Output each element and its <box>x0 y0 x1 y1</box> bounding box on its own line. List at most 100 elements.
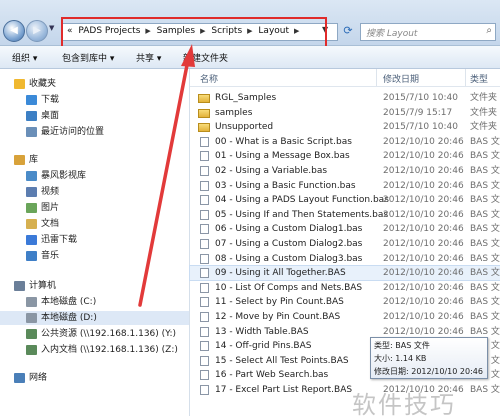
sidebar-item[interactable]: 收藏夹 <box>0 77 189 91</box>
sidebar-item[interactable]: 本地磁盘 (D:) <box>0 311 189 325</box>
file-name: 14 - Off-grid Pins.BAS <box>215 341 312 352</box>
history-dropdown-icon[interactable]: ▼ <box>49 24 54 32</box>
sidebar-item[interactable]: 视频 <box>0 185 189 199</box>
file-icon <box>200 370 209 381</box>
forward-button[interactable]: ▶ <box>26 20 48 42</box>
file-date: 2015/7/9 15:17 <box>383 107 453 118</box>
sidebar-item-label: 音乐 <box>41 251 60 261</box>
sidebar-item-label: 下载 <box>41 95 60 105</box>
file-icon <box>200 180 209 191</box>
sidebar-item[interactable]: 音乐 <box>0 249 189 263</box>
file-name: 02 - Using a Variable.bas <box>215 166 328 176</box>
tooltip-type: 类型: BAS 文件 <box>374 341 430 350</box>
file-name: 10 - List Of Comps and Nets.BAS <box>215 282 363 293</box>
search-icon[interactable]: ⌕ <box>486 25 492 36</box>
file-row[interactable]: Unsupported 2015/7/10 10:40 文件夹 <box>190 120 500 134</box>
file-name: samples <box>215 107 253 118</box>
file-name: 07 - Using a Custom Dialog2.bas <box>215 239 363 249</box>
file-name: RGL_Samples <box>215 93 277 103</box>
sidebar-item[interactable]: 计算机 <box>0 279 189 293</box>
column-type[interactable]: 类型 <box>470 72 488 85</box>
file-icon <box>200 209 209 220</box>
desktop-icon <box>26 110 37 121</box>
star-icon <box>14 78 25 89</box>
file-date: 2012/10/10 20:46 <box>383 312 464 322</box>
file-name: 05 - Using If and Then Statements.bas <box>215 209 389 220</box>
column-date[interactable]: 修改日期 <box>383 72 419 85</box>
sidebar-item[interactable]: 网络 <box>0 371 189 385</box>
file-row[interactable]: 00 - What is a Basic Script.bas 2012/10/1… <box>190 135 500 149</box>
network-icon <box>14 372 25 383</box>
command-bar: 组织 ▾ 包含到库中 ▾ 共享 ▾ 新建文件夹 <box>0 46 500 69</box>
sidebar-item[interactable]: 库 <box>0 153 189 167</box>
sidebar-item-label: 最近访问的位置 <box>41 127 105 137</box>
column-divider[interactable] <box>465 69 466 86</box>
column-divider[interactable] <box>376 69 377 86</box>
file-row[interactable]: 03 - Using a Basic Function.bas 2012/10/1… <box>190 179 500 193</box>
share-button[interactable]: 共享 ▾ <box>136 51 161 64</box>
refresh-icon[interactable]: ⟳ <box>340 24 356 38</box>
file-type: BAS 文件 <box>470 180 500 191</box>
organize-button[interactable]: 组织 ▾ <box>12 51 37 64</box>
sidebar-item-label: 本地磁盘 (C:) <box>41 297 97 307</box>
file-icon <box>200 253 209 264</box>
sidebar-item-label: 入内文档 (\\192.168.1.136) (Z:) <box>41 345 178 355</box>
file-row[interactable]: RGL_Samples 2015/7/10 10:40 文件夹 <box>190 91 500 105</box>
sidebar-item-label: 图片 <box>41 203 60 213</box>
sidebar-item[interactable]: 本地磁盘 (C:) <box>0 295 189 309</box>
sidebar-item[interactable]: 桌面 <box>0 109 189 123</box>
file-date: 2012/10/10 20:46 <box>383 180 464 191</box>
file-icon <box>200 385 209 395</box>
file-row[interactable]: samples 2015/7/9 15:17 文件夹 <box>190 106 500 120</box>
tooltip-size: 大小: 1.14 KB <box>374 354 427 363</box>
file-row[interactable]: 05 - Using If and Then Statements.bas 201… <box>190 208 500 222</box>
thunder-download-icon <box>26 234 37 245</box>
column-name[interactable]: 名称 <box>200 72 218 85</box>
file-row[interactable]: 04 - Using a PADS Layout Function.bas 201… <box>190 193 500 207</box>
sidebar-item[interactable]: 下载 <box>0 93 189 107</box>
sidebar-item-label: 视频 <box>41 187 60 197</box>
sidebar-item[interactable]: 入内文档 (\\192.168.1.136) (Z:) <box>0 343 189 357</box>
sidebar-item[interactable]: 最近访问的位置 <box>0 125 189 139</box>
sidebar-item-label: 收藏夹 <box>29 79 57 89</box>
file-type: BAS 文件 <box>470 224 500 235</box>
back-button[interactable]: ◀ <box>3 20 25 42</box>
file-row[interactable]: 01 - Using a Message Box.bas 2012/10/10 2… <box>190 149 500 163</box>
file-type: BAS 文件 <box>470 136 500 147</box>
new-folder-button[interactable]: 新建文件夹 <box>183 51 228 64</box>
file-name: 01 - Using a Message Box.bas <box>215 151 350 162</box>
file-type: BAS 文件 <box>470 239 500 249</box>
library-icon <box>14 154 25 165</box>
file-icon <box>200 341 209 352</box>
network-drive-icon <box>26 344 37 355</box>
sidebar-item[interactable]: 迅雷下载 <box>0 233 189 247</box>
file-row[interactable]: 11 - Select by Pin Count.BAS 2012/10/10 2… <box>190 295 500 309</box>
documents-icon <box>26 218 37 229</box>
file-icon <box>200 151 209 162</box>
file-row[interactable]: 06 - Using a Custom Dialog1.bas 2012/10/1… <box>190 222 500 236</box>
file-row[interactable]: 10 - List Of Comps and Nets.BAS 2012/10/1… <box>190 281 500 295</box>
sidebar-item[interactable]: 公共资源 (\\192.168.1.136) (Y:) <box>0 327 189 341</box>
file-row[interactable]: 02 - Using a Variable.bas 2012/10/10 20:4… <box>190 164 500 178</box>
file-icon <box>200 268 209 279</box>
search-input[interactable]: 搜索 Layout ⌕ <box>360 23 496 41</box>
file-name: 09 - Using it All Together.BAS <box>215 268 346 279</box>
file-row[interactable]: 09 - Using it All Together.BAS 2012/10/10… <box>189 265 500 282</box>
drive-icon <box>26 312 37 323</box>
pictures-icon <box>26 202 37 213</box>
file-row[interactable]: 08 - Using a Custom Dialog3.bas 2012/10/1… <box>190 252 500 266</box>
file-icon <box>200 136 209 147</box>
sidebar-item[interactable]: 文档 <box>0 217 189 231</box>
file-date: 2012/10/10 20:46 <box>383 282 464 293</box>
sidebar-item[interactable]: 图片 <box>0 201 189 215</box>
sidebar-item-label: 文档 <box>41 219 60 229</box>
sidebar-item-label: 本地磁盘 (D:) <box>41 313 97 323</box>
file-name: 12 - Move by Pin Count.BAS <box>215 312 341 322</box>
file-row[interactable]: 07 - Using a Custom Dialog2.bas 2012/10/1… <box>190 237 500 251</box>
include-in-library-button[interactable]: 包含到库中 ▾ <box>62 51 114 64</box>
file-date: 2015/7/10 10:40 <box>383 93 458 103</box>
search-placeholder: 搜索 Layout <box>366 29 418 39</box>
file-row[interactable]: 12 - Move by Pin Count.BAS 2012/10/10 20:… <box>190 310 500 324</box>
sidebar-item[interactable]: 暴风影视库 <box>0 169 189 183</box>
navigation-pane: 收藏夹下载桌面最近访问的位置库暴风影视库视频图片文档迅雷下载音乐计算机本地磁盘 … <box>0 69 190 416</box>
